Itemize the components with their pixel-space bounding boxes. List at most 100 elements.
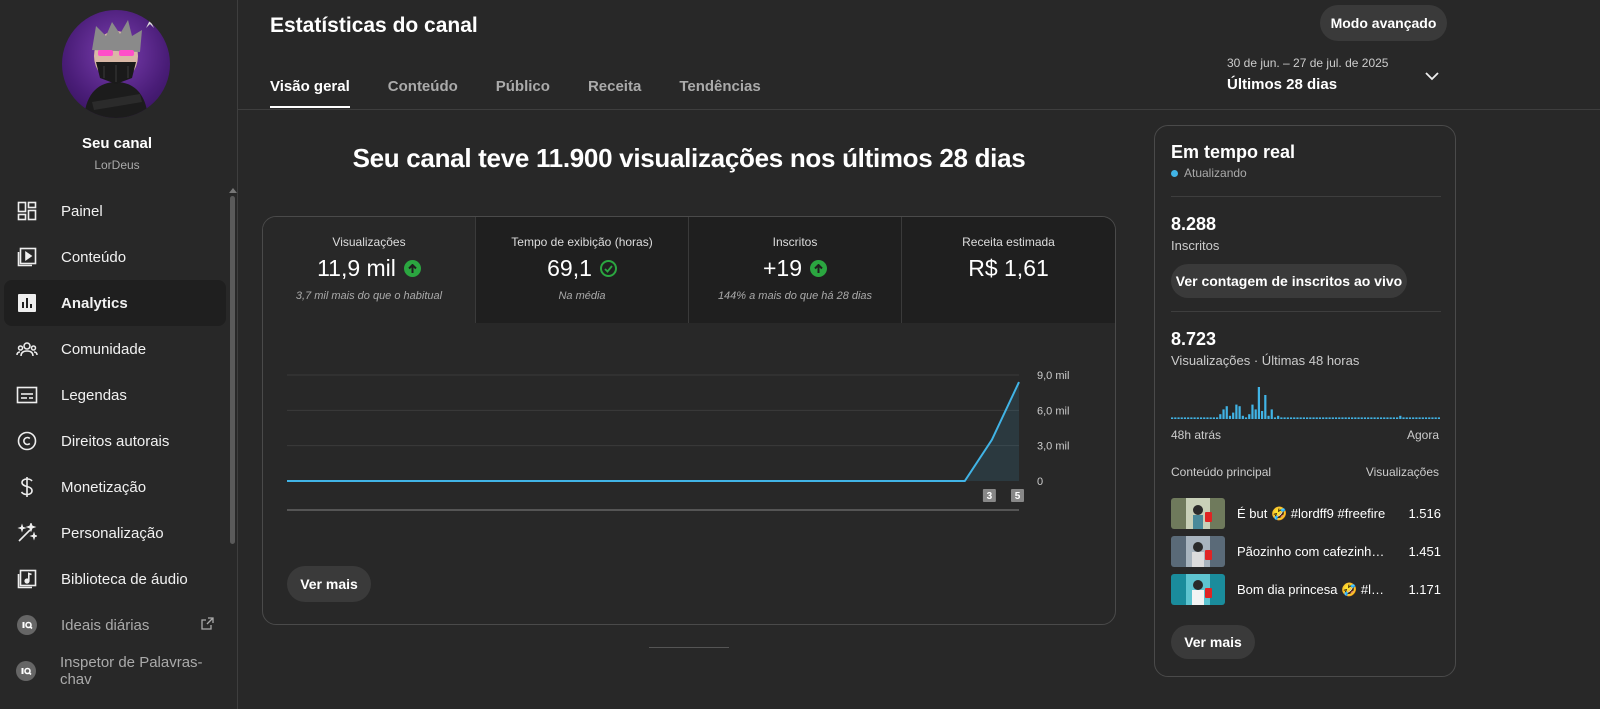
top-content-header: Conteúdo principal <box>1171 465 1272 479</box>
sidebar-item-comunidade[interactable]: Comunidade <box>4 326 226 372</box>
series-line <box>287 381 1020 482</box>
views-column-header: Visualizações <box>1365 465 1439 479</box>
metric-watch-time[interactable]: Tempo de exibição (horas) 69,1 Na média <box>476 217 689 323</box>
realtime-bar <box>1418 417 1421 419</box>
content-icon <box>16 246 38 268</box>
realtime-bar <box>1396 417 1399 419</box>
dashboard-icon <box>16 200 38 222</box>
top-video-row[interactable]: Bom dia princesa 🤣 #lo... 1.171 <box>1171 574 1441 606</box>
metric-label: Inscritos <box>772 235 818 249</box>
metric-revenue[interactable]: Receita estimada R$ 1,61 <box>902 217 1115 323</box>
sidebar-item-painel[interactable]: Painel <box>4 188 226 234</box>
sidebar-item-conteudo[interactable]: Conteúdo <box>4 234 226 280</box>
video-title: Bom dia princesa 🤣 #lo... <box>1237 582 1387 597</box>
y-tick-label: 0 <box>1037 476 1043 488</box>
sidebar-item-label: Conteúdo <box>61 248 127 266</box>
sidebar-item-inspetor-palavras[interactable]: Inspetor de Palavras-chav <box>4 648 226 694</box>
tab-visao-geral[interactable]: Visão geral <box>270 60 350 108</box>
sidebar-item-legendas[interactable]: Legendas <box>4 372 226 418</box>
realtime-status-text: Atualizando <box>1184 166 1247 180</box>
sidebar-item-monetizacao[interactable]: Monetização <box>4 464 226 510</box>
tab-receita[interactable]: Receita <box>588 60 641 108</box>
views-label: Visualizações · Últimas 48 horas <box>1171 353 1360 368</box>
metric-value-text: R$ 1,61 <box>968 255 1049 281</box>
realtime-views-bar-chart[interactable] <box>1171 381 1441 421</box>
realtime-bar <box>1437 417 1440 419</box>
tab-conteudo[interactable]: Conteúdo <box>388 60 458 108</box>
realtime-bar <box>1251 404 1254 419</box>
top-video-row[interactable]: É but 🤣 #lordff9 #freefire 1.516 <box>1171 498 1441 530</box>
sidebar-item-personalizacao[interactable]: Personalização <box>4 510 226 556</box>
divider <box>1171 311 1441 312</box>
metric-label: Receita estimada <box>962 235 1055 249</box>
overview-headline: Seu canal teve 11.900 visualizações nos … <box>352 143 1026 173</box>
realtime-bar <box>1351 417 1354 419</box>
sidebar-item-label: Ideais diárias <box>61 616 150 634</box>
metric-tabs: Visualizações 11,9 mil 3,7 mil mais do q… <box>263 217 1115 323</box>
realtime-bar <box>1225 406 1228 419</box>
realtime-bar <box>1267 415 1270 419</box>
metric-subscribers[interactable]: Inscritos +19 144% a mais do que há 28 d… <box>689 217 902 323</box>
realtime-bar <box>1370 417 1373 419</box>
metric-note: Na média <box>558 290 606 302</box>
video-views: 1.171 <box>1408 582 1441 597</box>
realtime-bar <box>1222 409 1225 419</box>
realtime-bar <box>1293 417 1296 419</box>
realtime-bar <box>1228 415 1232 419</box>
realtime-bar <box>1302 417 1305 419</box>
realtime-bar <box>1389 417 1392 419</box>
views-chart[interactable]: 03,0 mil6,0 mil9,0 mil3530 de jun. ...5 … <box>263 323 1115 523</box>
metric-value: R$ 1,61 <box>902 255 1115 282</box>
video-title: Pãozinho com cafezinho... <box>1237 544 1387 559</box>
realtime-bar <box>1421 417 1424 419</box>
realtime-bar <box>1212 417 1215 419</box>
realtime-title: Em tempo real <box>1171 142 1296 162</box>
realtime-bar <box>1328 417 1331 419</box>
sidebar-item-analytics[interactable]: Analytics <box>4 280 226 326</box>
realtime-bar <box>1376 417 1379 419</box>
realtime-bar <box>1424 417 1428 419</box>
metric-value-text: 69,1 <box>547 255 592 281</box>
top-video-row[interactable]: Pãozinho com cafezinho... 1.451 <box>1171 536 1441 568</box>
realtime-bar <box>1180 417 1183 419</box>
arrow-up-icon <box>810 260 827 277</box>
see-more-button[interactable]: Ver mais <box>287 566 371 602</box>
realtime-bar <box>1373 417 1376 419</box>
tab-publico[interactable]: Público <box>496 60 550 108</box>
scroll-up-arrow[interactable] <box>229 188 237 193</box>
sidebar-item-label: Legendas <box>61 386 127 404</box>
realtime-bar <box>1216 417 1219 419</box>
studio-analytics-page: Seu canal LorDeus Painel Conteúdo Analyt… <box>0 0 1600 709</box>
live-subscriber-count-button[interactable]: Ver contagem de inscritos ao vivo <box>1171 264 1407 298</box>
video-views: 1.516 <box>1408 506 1441 521</box>
divider <box>1171 196 1441 197</box>
sidebar-item-direitos-autorais[interactable]: Direitos autorais <box>4 418 226 464</box>
metric-value: 69,1 <box>476 255 688 282</box>
realtime-bar <box>1209 417 1212 419</box>
advanced-mode-button[interactable]: Modo avançado <box>1320 5 1447 41</box>
realtime-bar <box>1322 417 1325 419</box>
tab-tendencias[interactable]: Tendências <box>679 60 760 108</box>
realtime-see-more-button[interactable]: Ver mais <box>1171 625 1255 659</box>
realtime-bar <box>1238 406 1241 419</box>
channel-title: Seu canal <box>81 135 153 152</box>
metric-value-text: +19 <box>762 255 802 281</box>
realtime-bar <box>1360 417 1363 419</box>
metric-views[interactable]: Visualizações 11,9 mil 3,7 mil mais do q… <box>263 217 476 323</box>
realtime-bar <box>1331 417 1334 419</box>
realtime-bar <box>1299 417 1302 419</box>
video-thumbnail <box>1171 536 1225 567</box>
realtime-bar <box>1286 417 1289 419</box>
sidebar-scrollbar[interactable] <box>230 196 235 544</box>
milestone-marker-label: 5 <box>1015 491 1021 502</box>
realtime-bar <box>1412 417 1415 419</box>
video-title: É but 🤣 #lordff9 #freefire <box>1237 506 1386 521</box>
sidebar-item-ideais-diarias[interactable]: Ideais diárias <box>4 602 226 648</box>
realtime-bar <box>1289 417 1293 419</box>
realtime-bar <box>1392 417 1395 419</box>
sidebar-item-label: Personalização <box>61 524 164 542</box>
date-range-picker[interactable]: 30 de jun. – 27 de jul. de 2025 Últimos … <box>1227 56 1447 93</box>
sidebar-item-biblioteca-audio[interactable]: Biblioteca de áudio <box>4 556 226 602</box>
analytics-icon <box>16 292 38 314</box>
channel-avatar[interactable] <box>62 10 170 118</box>
